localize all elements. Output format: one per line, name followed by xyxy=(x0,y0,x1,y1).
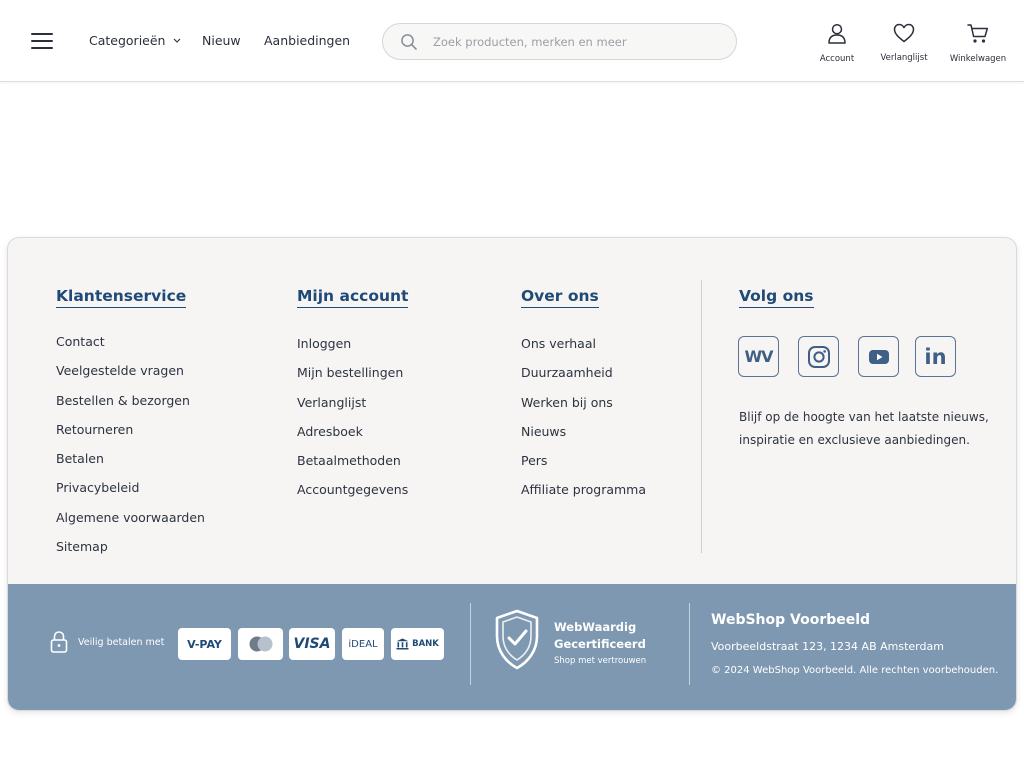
footer-divider xyxy=(701,280,702,553)
shield-check-icon xyxy=(495,609,539,670)
social-wv-button[interactable]: WV xyxy=(738,336,779,377)
nav-new[interactable]: Nieuw xyxy=(202,33,241,48)
band-divider xyxy=(470,603,471,685)
footer-link-careers[interactable]: Werken bij ons xyxy=(521,388,646,417)
nav-categories[interactable]: Categorieën xyxy=(89,33,181,48)
site-header: Categorieën Nieuw Aanbiedingen Account V… xyxy=(0,0,1024,82)
visa-logo: VISA xyxy=(289,628,335,660)
certification-title: WebWaardig Gecertificeerd xyxy=(554,619,646,653)
footer-link-press[interactable]: Pers xyxy=(521,446,646,475)
footer-heading-account: Mijn account xyxy=(297,287,409,308)
copyright: © 2024 WebShop Voorbeeld. Alle rechten v… xyxy=(711,665,999,676)
footer-heading-follow: Volg ons xyxy=(739,287,814,308)
menu-icon[interactable] xyxy=(31,31,53,49)
ideal-logo: iDEAL xyxy=(342,628,384,660)
social-youtube-button[interactable] xyxy=(858,336,899,377)
shop-address: Voorbeeldstraat 123, 1234 AB Amsterdam xyxy=(711,640,944,653)
vpay-logo: V-PAY xyxy=(178,628,231,660)
footer-link-news[interactable]: Nieuws xyxy=(521,417,646,446)
footer-link-ordering[interactable]: Bestellen & bezorgen xyxy=(56,386,205,415)
footer-bottom-band: Veilig betalen met V-PAY VISA iDEAL BANK… xyxy=(8,584,1016,710)
bank-label: BANK xyxy=(412,639,439,649)
footer-link-our-story[interactable]: Ons verhaal xyxy=(521,329,646,358)
footer-link-contact[interactable]: Contact xyxy=(56,327,205,356)
certification-subtitle: Shop met vertrouwen xyxy=(554,656,647,666)
footer-col-about: Over ons Ons verhaal Duurzaamheid Werken… xyxy=(521,286,646,505)
secure-payment-label: Veilig betalen met xyxy=(78,637,165,648)
bank-icon xyxy=(396,638,409,650)
band-divider xyxy=(689,603,690,685)
footer-link-terms[interactable]: Algemene voorwaarden xyxy=(56,503,205,532)
footer-link-wishlist[interactable]: Verlanglijst xyxy=(297,388,408,417)
footer-link-orders[interactable]: Mijn bestellingen xyxy=(297,358,408,387)
footer-heading-klantenservice: Klantenservice xyxy=(56,287,187,308)
wv-icon: WV xyxy=(744,347,773,366)
linkedin-icon: in xyxy=(924,344,947,369)
footer-link-sustainability[interactable]: Duurzaamheid xyxy=(521,358,646,387)
follow-text: Blijf op de hoogte van het laatste nieuw… xyxy=(739,410,989,447)
footer-link-payment-methods[interactable]: Betaalmethoden xyxy=(297,446,408,475)
mastercard-icon xyxy=(249,636,272,652)
search-bar xyxy=(382,23,737,60)
nav-deals[interactable]: Aanbiedingen xyxy=(264,33,350,48)
mastercard-logo xyxy=(238,628,283,660)
certification-title-line2: Gecertificeerd xyxy=(554,637,646,651)
footer-link-login[interactable]: Inloggen xyxy=(297,329,408,358)
wishlist-label: Verlanglijst xyxy=(880,53,928,63)
footer-link-account-details[interactable]: Accountgegevens xyxy=(297,475,408,504)
footer-link-payment[interactable]: Betalen xyxy=(56,444,205,473)
shop-name: WebShop Voorbeeld xyxy=(711,612,871,628)
account-label: Account xyxy=(819,54,855,64)
footer-col-account: Mijn account Inloggen Mijn bestellingen … xyxy=(297,286,409,505)
site-footer: Klantenservice Contact Veelgestelde vrag… xyxy=(7,237,1017,711)
footer-link-affiliate[interactable]: Affiliate programma xyxy=(521,475,646,504)
certification-title-line1: WebWaardig xyxy=(554,620,637,634)
cart-button[interactable]: Winkelwagen xyxy=(948,23,1008,64)
cart-icon xyxy=(967,24,989,43)
footer-link-sitemap[interactable]: Sitemap xyxy=(56,532,205,561)
lock-icon xyxy=(50,631,68,653)
footer-col-follow: Volg ons xyxy=(739,286,814,308)
nav-categories-label: Categorieën xyxy=(89,33,166,48)
account-button[interactable]: Account xyxy=(815,23,859,64)
footer-col-klantenservice: Klantenservice Contact Veelgestelde vrag… xyxy=(56,286,205,561)
footer-heading-about: Over ons xyxy=(521,287,599,308)
wishlist-button[interactable]: Verlanglijst xyxy=(876,23,932,63)
social-linkedin-button[interactable]: in xyxy=(915,336,956,377)
user-icon xyxy=(828,23,846,44)
footer-link-addressbook[interactable]: Adresboek xyxy=(297,417,408,446)
bank-logo: BANK xyxy=(391,628,444,660)
cart-label: Winkelwagen xyxy=(949,54,1007,64)
youtube-icon xyxy=(868,349,889,364)
heart-icon xyxy=(893,23,915,43)
search-icon[interactable] xyxy=(400,33,418,51)
footer-link-returns[interactable]: Retourneren xyxy=(56,415,205,444)
footer-link-faq[interactable]: Veelgestelde vragen xyxy=(56,356,205,385)
instagram-icon xyxy=(807,345,830,368)
chevron-down-icon xyxy=(174,38,181,43)
search-input[interactable] xyxy=(433,30,723,54)
social-instagram-button[interactable] xyxy=(798,336,839,377)
footer-link-privacy[interactable]: Privacybeleid xyxy=(56,473,205,502)
